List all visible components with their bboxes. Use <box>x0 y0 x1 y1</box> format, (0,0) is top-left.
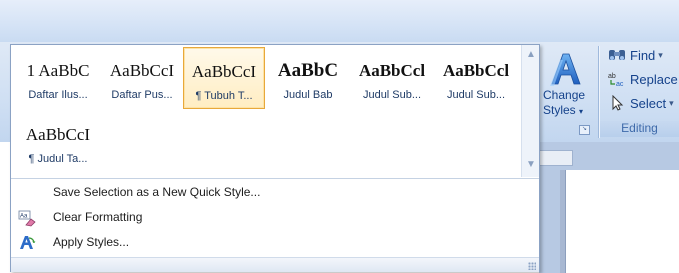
scroll-down-icon[interactable]: ▼ <box>525 159 537 170</box>
select-label: Select <box>630 95 667 111</box>
style-name: Judul Sub... <box>446 89 506 101</box>
style-name: ¶ Judul Ta... <box>28 153 88 165</box>
apply-styles-item[interactable]: Apply Styles... <box>11 232 539 254</box>
select-button[interactable]: Select ▾ <box>608 93 674 113</box>
find-button[interactable]: Find ▾ <box>608 45 663 65</box>
svg-text:Aa: Aa <box>20 214 28 220</box>
style-preview: 1 AaBbC <box>26 61 90 80</box>
style-preview: AaBbCcI <box>109 61 175 80</box>
find-label: Find <box>630 47 656 63</box>
group-separator <box>598 46 599 138</box>
ribbon-tab-bar <box>0 0 679 43</box>
style-name: ¶ Tubuh T... <box>195 90 253 102</box>
editing-group: Find ▾ ab ac Replace Select ▾ Editing <box>600 43 679 139</box>
change-styles-icon <box>550 53 581 86</box>
quick-styles-dropdown: 1 AaBbC Daftar Ilus... AaBbCcI Daftar Pu… <box>10 44 540 272</box>
editing-group-label: Editing <box>600 121 679 137</box>
style-preview: AaBbCcI <box>25 125 91 144</box>
menu-divider <box>11 178 539 179</box>
replace-label: Replace <box>630 71 678 87</box>
style-name: Judul Bab <box>283 89 333 101</box>
document-page[interactable] <box>565 170 679 273</box>
style-tile-daftar-ilustrasi[interactable]: 1 AaBbC Daftar Ilus... <box>17 47 99 109</box>
change-styles-label: Change <box>543 88 586 102</box>
style-tile-judul-tabel[interactable]: AaBbCcI ¶ Judul Ta... <box>17 111 99 173</box>
scroll-up-icon[interactable]: ▲ <box>525 49 537 60</box>
style-preview: AaBbCcl <box>442 61 510 80</box>
styles-dialog-launcher-icon[interactable]: ↘ <box>579 125 590 135</box>
replace-icon: ab ac <box>608 71 626 87</box>
style-preview: AaBbC <box>277 60 339 81</box>
style-name: Judul Sub... <box>362 89 422 101</box>
apply-styles-icon <box>18 234 36 252</box>
eraser-icon: Aa <box>18 209 36 227</box>
ruler <box>539 150 573 166</box>
change-styles-label-2: Styles ▾ <box>543 103 584 117</box>
save-selection-label: Save Selection as a New Quick Style... <box>53 185 261 199</box>
find-dropdown-icon: ▾ <box>658 49 663 60</box>
resize-grip-icon[interactable] <box>528 262 536 270</box>
style-tile-judul-sub-2[interactable]: AaBbCcl Judul Sub... <box>435 47 517 109</box>
binoculars-icon <box>608 47 626 63</box>
save-selection-as-quick-style-item[interactable]: Save Selection as a New Quick Style... <box>11 182 539 204</box>
clear-formatting-label: Clear Formatting <box>53 210 143 224</box>
style-tile-daftar-pustaka[interactable]: AaBbCcI Daftar Pus... <box>101 47 183 109</box>
style-name: Daftar Pus... <box>111 89 173 101</box>
select-dropdown-icon: ▾ <box>669 97 674 108</box>
dropdown-footer <box>11 257 539 272</box>
svg-text:ac: ac <box>616 81 624 87</box>
style-name: Daftar Ilus... <box>28 89 88 101</box>
style-preview: AaBbCcl <box>358 61 426 80</box>
cursor-arrow-icon <box>608 95 626 111</box>
style-tile-judul-bab[interactable]: AaBbC Judul Bab <box>267 47 349 109</box>
clear-formatting-item[interactable]: Aa Clear Formatting <box>11 207 539 229</box>
svg-text:ab: ab <box>608 73 616 80</box>
quick-styles-gallery: 1 AaBbC Daftar Ilus... AaBbCcI Daftar Pu… <box>11 45 521 177</box>
change-styles-button[interactable]: Change Styles ▾ ↘ <box>539 46 595 138</box>
replace-button[interactable]: ab ac Replace <box>608 69 678 89</box>
apply-styles-label: Apply Styles... <box>53 235 130 249</box>
style-tile-tubuh-teks[interactable]: AaBbCcI ¶ Tubuh T... <box>183 47 265 109</box>
style-tile-judul-sub-1[interactable]: AaBbCcl Judul Sub... <box>351 47 433 109</box>
gallery-scrollbar[interactable]: ▲ ▼ <box>521 45 539 177</box>
style-preview: AaBbCcI <box>191 62 257 81</box>
